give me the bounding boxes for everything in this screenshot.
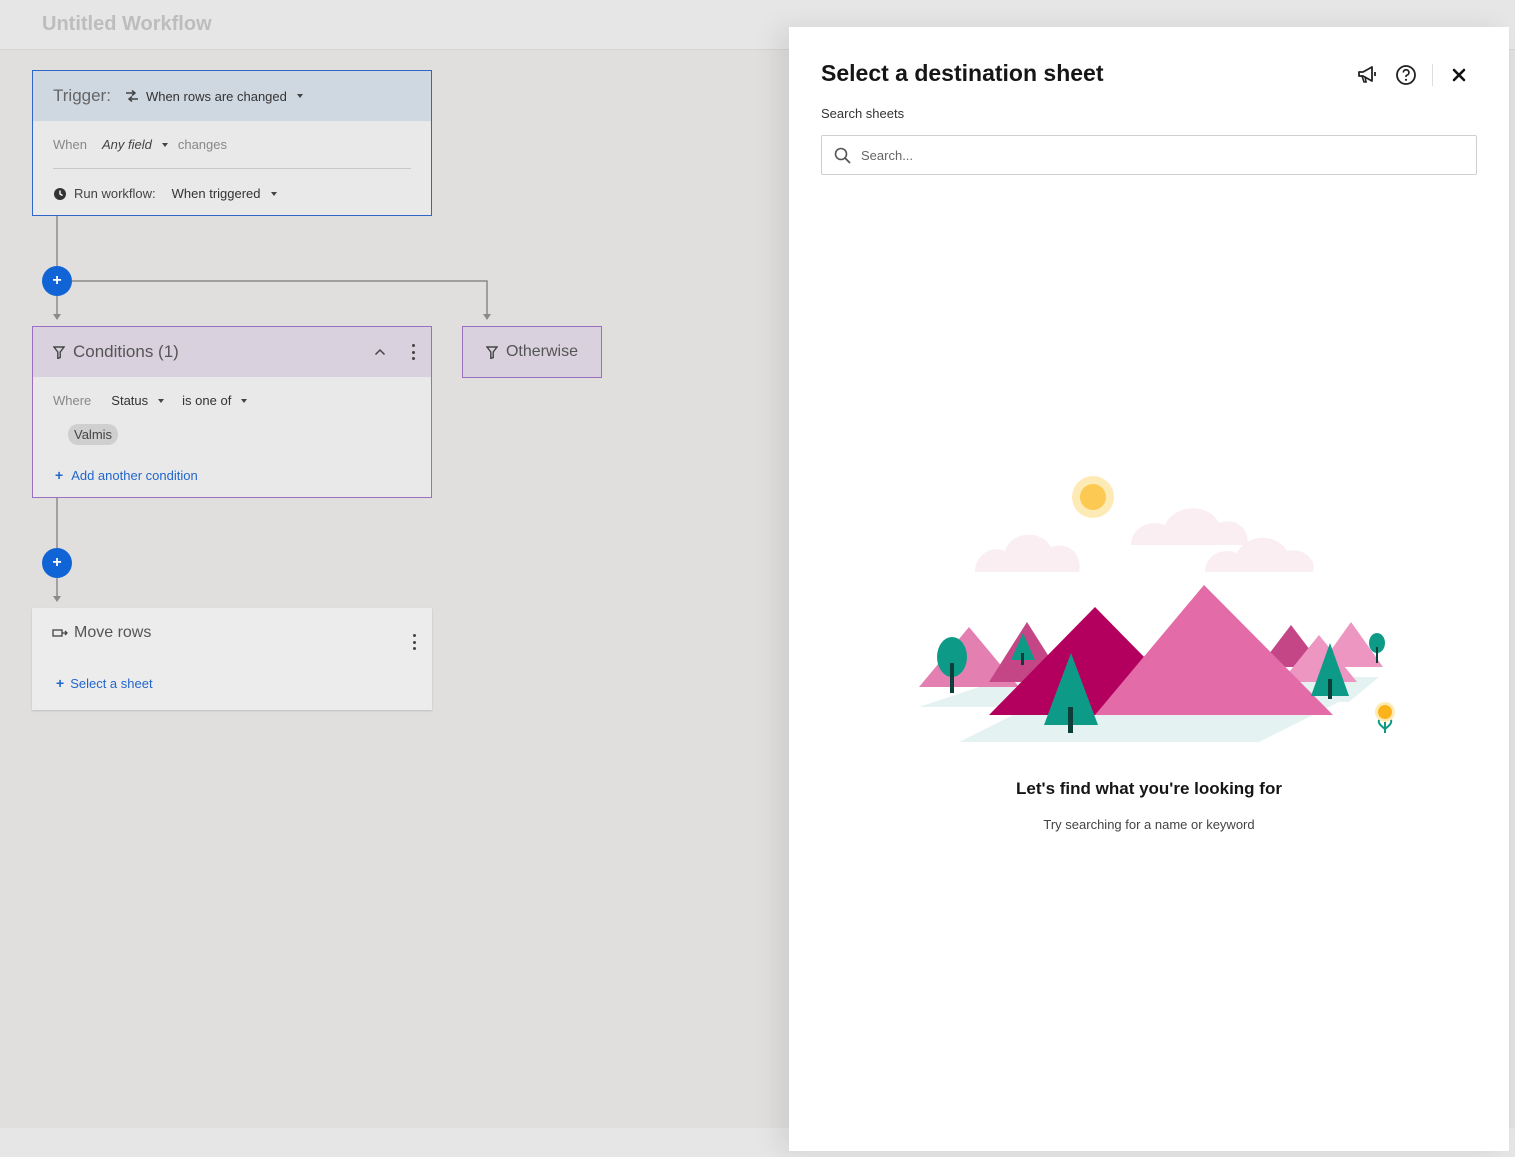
move-rows-header: Move rows [52, 624, 151, 642]
run-label: Run workflow: [74, 186, 156, 201]
field-select-label: Any field [101, 137, 152, 152]
plus-icon: + [56, 675, 65, 691]
chevron-down-icon [241, 398, 248, 403]
empty-state-title: Let's find what you're looking for [1016, 779, 1282, 798]
value-chip[interactable]: Valmis [68, 424, 119, 445]
search-icon [834, 147, 851, 163]
search-input[interactable] [861, 147, 1441, 163]
chevron-down-icon [161, 142, 168, 147]
run-select[interactable]: When triggered [172, 186, 277, 201]
run-workflow-row: Run workflow: When triggered [53, 186, 277, 201]
move-rows-title: Move rows [74, 624, 152, 641]
panel-title: Select a destination sheet [821, 60, 1104, 86]
search-box [821, 135, 1477, 175]
add-step-button[interactable]: + [42, 266, 72, 296]
chevron-up-icon[interactable] [374, 348, 386, 356]
conditions-header: Conditions (1) [33, 327, 431, 377]
condition-field-select[interactable]: Status [111, 393, 165, 408]
swap-icon [125, 90, 138, 102]
conditions-card[interactable]: Conditions (1) Where Status is one of Va… [32, 326, 432, 498]
otherwise-card[interactable]: Otherwise [462, 326, 602, 378]
destination-sheet-panel: Select a destination sheet Search sheets [789, 27, 1509, 1151]
trigger-label: Trigger: [53, 86, 111, 105]
search-label: Search sheets [821, 106, 905, 121]
operator-select[interactable]: is one of [182, 393, 248, 408]
when-label: When [53, 137, 87, 152]
filter-icon [53, 345, 65, 359]
trigger-when-row: When Any field changes [53, 137, 227, 152]
clock-icon [54, 187, 66, 200]
field-select[interactable]: Any field [102, 137, 168, 152]
otherwise-label: Otherwise [505, 343, 579, 360]
where-label: Where [53, 393, 92, 408]
megaphone-icon[interactable] [1356, 63, 1380, 87]
condition-field-label: Status [111, 393, 149, 408]
trigger-card[interactable]: Trigger: When rows are changed When Any … [32, 70, 432, 216]
conditions-title: Conditions (1) [73, 342, 179, 361]
chevron-down-icon [270, 191, 277, 196]
run-select-label: When triggered [171, 186, 261, 201]
plus-icon: + [52, 272, 62, 289]
plus-icon: + [52, 554, 62, 571]
filter-icon [485, 345, 498, 359]
panel-actions [1356, 63, 1471, 87]
help-icon[interactable] [1394, 63, 1418, 87]
divider [53, 168, 411, 169]
empty-state-subtitle: Try searching for a name or keyword [1043, 817, 1255, 832]
trigger-header: Trigger: When rows are changed [33, 71, 431, 121]
kebab-icon[interactable] [412, 634, 416, 650]
close-icon[interactable] [1447, 63, 1471, 87]
chevron-down-icon [158, 398, 165, 403]
plus-icon: + [55, 467, 64, 483]
select-sheet-link[interactable]: + Select a sheet [56, 675, 153, 691]
kebab-icon[interactable] [411, 344, 415, 360]
mountains-illustration [919, 476, 1395, 742]
move-rows-icon [52, 629, 68, 637]
add-step-button[interactable]: + [42, 548, 72, 578]
condition-row: Where Status is one of [53, 393, 248, 408]
operator-label: is one of [182, 393, 232, 408]
trigger-event-label: When rows are changed [145, 88, 287, 104]
add-condition-link[interactable]: + Add another condition [55, 467, 198, 483]
trigger-event-select[interactable]: When rows are changed [125, 89, 303, 104]
select-sheet-label: Select a sheet [70, 675, 153, 691]
divider [1432, 64, 1433, 86]
chevron-down-icon [296, 94, 303, 98]
changes-label: changes [177, 137, 227, 152]
move-rows-card[interactable]: Move rows + Select a sheet [32, 608, 432, 710]
add-condition-label: Add another condition [71, 467, 198, 483]
